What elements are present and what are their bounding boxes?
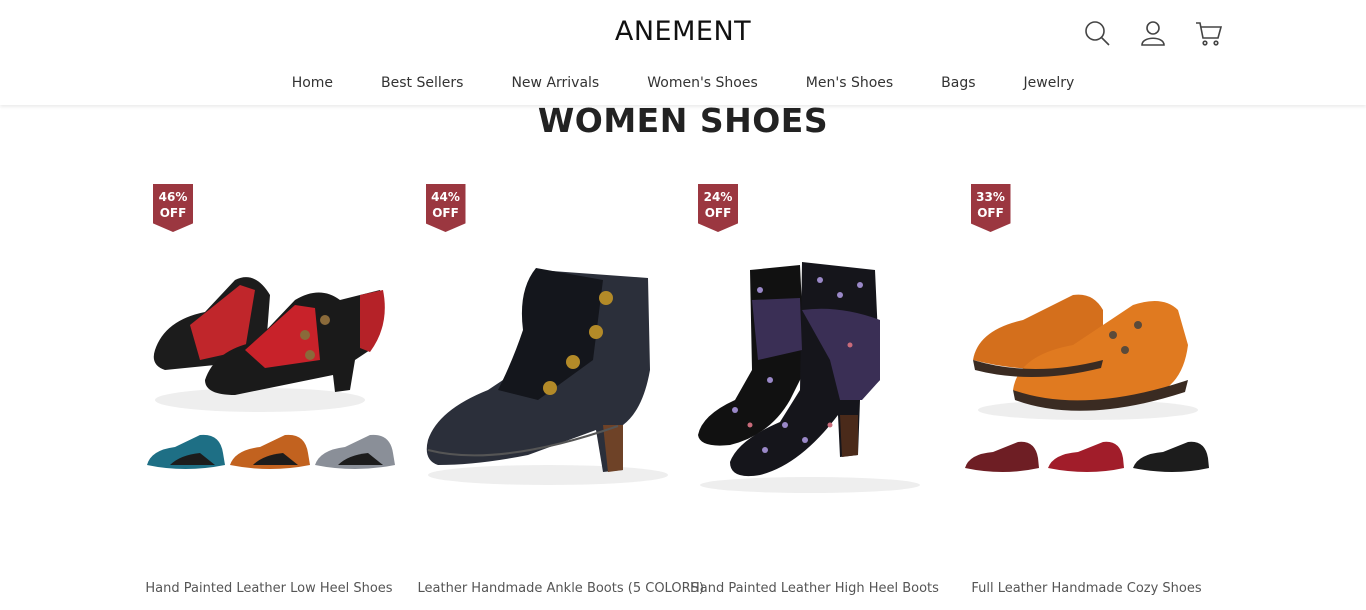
search-icon[interactable] <box>1080 16 1114 50</box>
main-nav: Home Best Sellers New Arrivals Women's S… <box>0 75 1366 91</box>
nav-home[interactable]: Home <box>268 75 357 91</box>
discount-percent: 24% <box>703 190 733 204</box>
discount-percent: 44% <box>431 190 460 204</box>
discount-off: OFF <box>704 206 732 220</box>
product-name[interactable]: Hand Painted Leather Low Heel Shoes <box>145 581 393 596</box>
product-image <box>698 262 920 493</box>
nav-best-sellers[interactable]: Best Sellers <box>357 75 487 91</box>
discount-badge: 44% OFF <box>425 184 466 232</box>
product-name[interactable]: Full Leather Handmade Cozy Shoes <box>963 581 1211 596</box>
product-name[interactable]: Leather Handmade Ankle Boots (5 COLORS) <box>418 581 704 596</box>
nav-mens-shoes[interactable]: Men's Shoes <box>782 75 917 91</box>
product-image <box>426 268 668 485</box>
cart-icon[interactable] <box>1192 16 1226 50</box>
discount-badge: 24% OFF <box>698 184 738 232</box>
product-image <box>964 294 1209 472</box>
product-card[interactable]: 33% OFF Full Leather Handmade Cozy Shoes <box>963 180 1236 610</box>
product-name[interactable]: Hand Painted Leather High Heel Boots <box>690 581 939 596</box>
user-icon[interactable] <box>1136 16 1170 50</box>
discount-off: OFF <box>159 206 187 220</box>
discount-off: OFF <box>977 206 1004 220</box>
discount-badge: 46% OFF <box>153 184 193 232</box>
product-image <box>147 277 395 469</box>
discount-percent: 46% <box>158 190 188 204</box>
product-card[interactable]: 24% OFF Hand Painted Leather High Heel B… <box>690 180 963 610</box>
product-card[interactable]: 44% OFF Leather Handmade Ankle Boots (5 … <box>418 180 704 610</box>
nav-new-arrivals[interactable]: New Arrivals <box>487 75 623 91</box>
nav-jewelry[interactable]: Jewelry <box>1000 75 1099 91</box>
nav-bags[interactable]: Bags <box>917 75 999 91</box>
discount-percent: 33% <box>976 190 1005 204</box>
discount-off: OFF <box>432 206 459 220</box>
discount-badge: 33% OFF <box>970 184 1011 232</box>
product-card[interactable]: 46% OFF Hand Painted Leather Low Heel Sh… <box>145 180 418 610</box>
site-header: ANEMENT Home Best Sellers New Arrivals W… <box>0 0 1366 105</box>
nav-womens-shoes[interactable]: Women's Shoes <box>623 75 782 91</box>
product-grid: 46% OFF Hand Painted Leather Low Heel Sh… <box>145 180 1235 610</box>
section-title: WOMEN SHOES <box>537 101 829 140</box>
header-icons <box>1080 16 1226 50</box>
